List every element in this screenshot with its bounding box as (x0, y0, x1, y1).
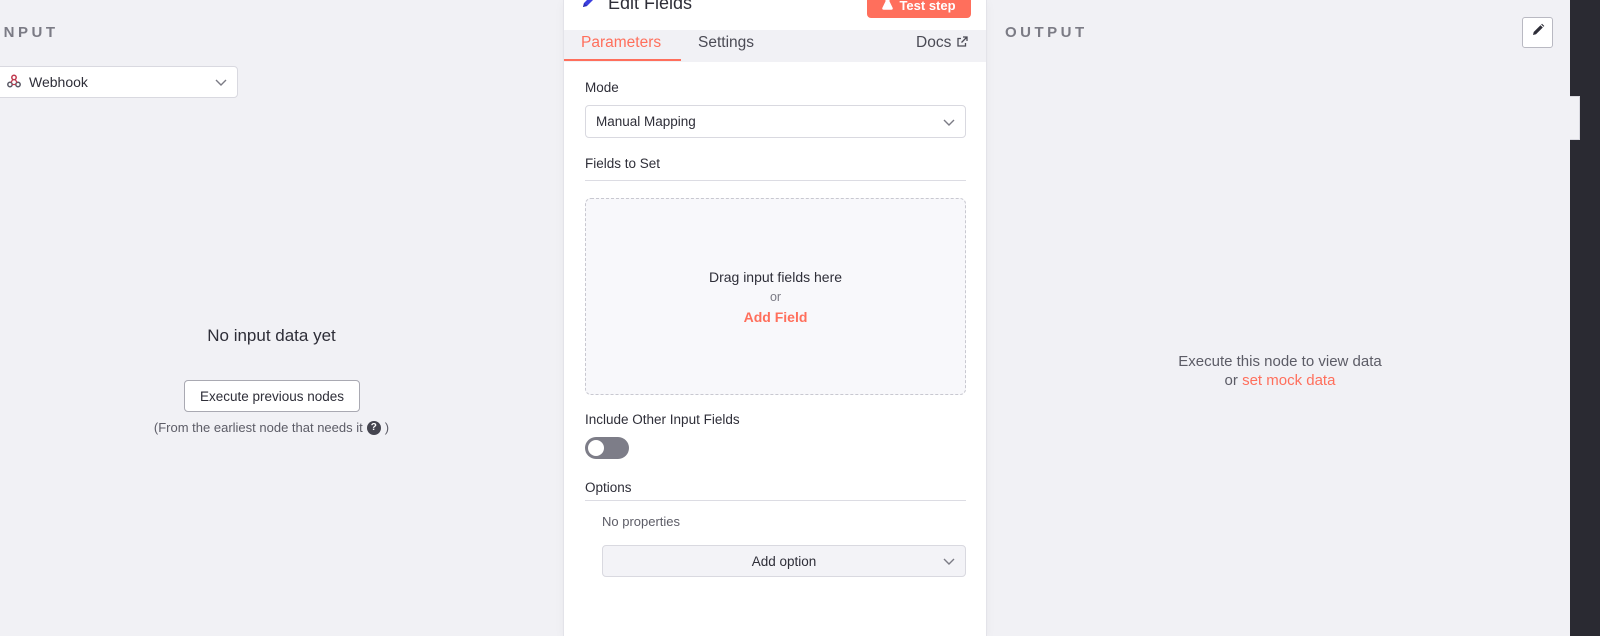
mode-label: Mode (585, 80, 619, 95)
options-divider (585, 500, 966, 501)
test-step-button[interactable]: Test step (867, 0, 971, 18)
canvas-edge-tab (1570, 96, 1580, 140)
execute-hint-text: (From the earliest node that needs it (153, 420, 363, 435)
fields-to-set-label: Fields to Set (585, 156, 661, 171)
fields-dropzone[interactable]: Drag input fields here or Add Field (585, 198, 966, 395)
execute-previous-nodes-button[interactable]: Execute previous nodes (184, 380, 360, 412)
add-option-select[interactable]: Add option (602, 545, 966, 577)
question-circle-icon[interactable]: ? (366, 420, 381, 435)
docs-link-label: Docs (916, 34, 952, 51)
add-field-link[interactable]: Add Field (586, 309, 965, 325)
include-other-fields-label: Include Other Input Fields (585, 412, 740, 427)
add-option-label: Add option (751, 553, 817, 569)
docs-link[interactable]: Docs (916, 34, 968, 52)
output-empty-message: Execute this node to view data or set mo… (1120, 352, 1440, 390)
include-other-fields-toggle[interactable] (585, 437, 629, 459)
mode-select-value: Manual Mapping (596, 114, 696, 129)
output-or-text: or (1224, 372, 1238, 389)
input-panel-header: INPUT (0, 24, 59, 41)
tab-settings[interactable]: Settings (698, 34, 754, 52)
external-link-icon (957, 34, 968, 52)
output-panel-header: OUTPUT (1005, 24, 1088, 41)
chevron-down-icon (215, 75, 227, 92)
toggle-knob (588, 440, 604, 456)
flask-icon (882, 0, 894, 13)
chevron-down-icon (943, 115, 955, 132)
mode-select[interactable]: Manual Mapping (585, 105, 966, 138)
execute-hint-close: ) (384, 420, 390, 435)
dropzone-or: or (769, 290, 782, 304)
dropzone-text: Drag input fields here (708, 269, 843, 285)
node-tabs: Parameters Settings Docs (564, 30, 986, 62)
options-label: Options (585, 480, 632, 495)
output-mock-line: or set mock data (1120, 371, 1440, 390)
fields-to-set-divider (585, 180, 966, 181)
edit-output-button[interactable] (1522, 17, 1553, 48)
node-title-row: Edit Fields (580, 0, 692, 15)
node-settings-panel: Edit Fields Test step Parameters Setting… (564, 0, 986, 636)
pencil-icon (1531, 23, 1545, 42)
set-mock-data-link[interactable]: set mock data (1242, 372, 1335, 389)
input-source-select-value: Webhook (29, 74, 88, 90)
execute-hint: (From the earliest node that needs it ? … (0, 420, 543, 435)
test-step-label: Test step (899, 0, 956, 13)
tab-parameters[interactable]: Parameters (581, 34, 661, 52)
output-message-text: Execute this node to view data (1178, 353, 1382, 370)
no-input-data-title: No input data yet (207, 326, 336, 345)
no-properties-text: No properties (602, 514, 681, 529)
active-tab-indicator (564, 59, 681, 61)
node-title[interactable]: Edit Fields (608, 0, 692, 14)
webhook-icon (7, 74, 21, 91)
pencil-icon (580, 0, 598, 15)
input-source-select[interactable]: Webhook (0, 66, 238, 98)
chevron-down-icon (943, 554, 955, 571)
